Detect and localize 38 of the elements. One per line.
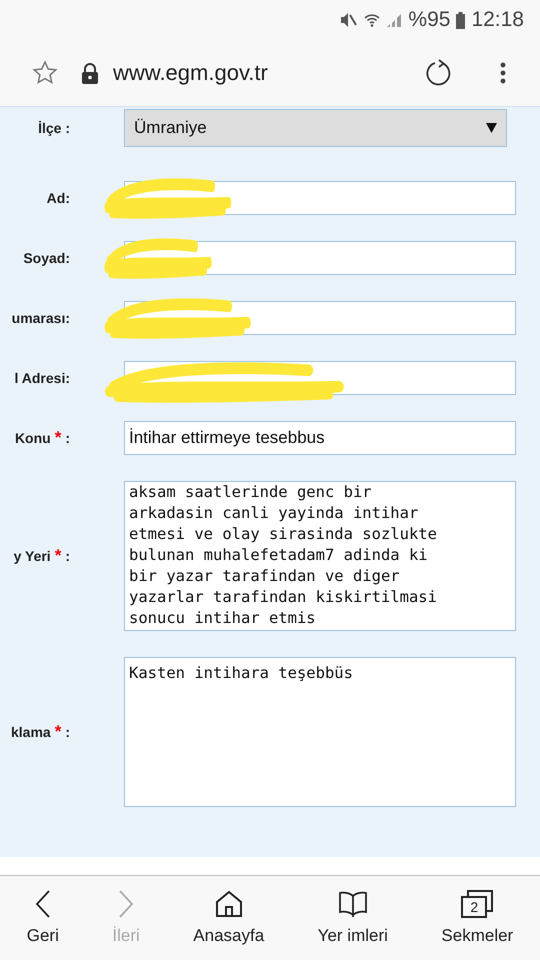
field-label: Konu	[14, 430, 51, 446]
label-colon: :	[65, 724, 70, 740]
field-label: Ad:	[46, 190, 70, 206]
reload-icon[interactable]	[425, 59, 453, 87]
home-button[interactable]: Anasayfa	[191, 886, 266, 950]
url-text[interactable]: www.egm.gov.tr	[113, 60, 425, 86]
battery-level: %95	[408, 8, 450, 32]
book-icon	[338, 890, 368, 918]
signal-icon	[386, 12, 402, 28]
text-area[interactable]: Kasten intihara teşebbüs	[124, 657, 516, 807]
required-asterisk: *	[54, 428, 62, 448]
required-asterisk: *	[54, 546, 62, 566]
field-label: l Adresi:	[14, 370, 70, 386]
clock: 12:18	[471, 8, 524, 32]
field-label: klama	[11, 724, 51, 740]
text-area[interactable]: aksam saatlerinde genc bir arkadasin canli yayinda intihar etmesi ve olay sirasinda sozlukte bulunan muhalefetadam7 adinda ki bir yazar tarafindan ve diger yazarlar tarafindan kiskirtilmasi sonucu intihar etmis	[124, 481, 516, 631]
star-icon[interactable]	[32, 60, 58, 86]
bookmarks-button[interactable]: Yer imleri	[316, 886, 390, 950]
back-icon	[34, 890, 51, 918]
field-label: İlçe :	[38, 120, 70, 136]
field-label: y Yeri	[14, 548, 51, 564]
battery-icon	[456, 12, 466, 28]
tabs-button[interactable]: 2 Sekmeler	[439, 886, 516, 950]
wifi-icon	[364, 12, 380, 28]
district-dropdown[interactable]: Ümraniye	[124, 109, 507, 147]
more-icon[interactable]	[500, 62, 506, 84]
input-field[interactable]: İntihar ettirmeye tesebbus	[124, 421, 516, 455]
label-colon: :	[65, 548, 70, 564]
field-label: Soyad:	[23, 250, 70, 266]
required-asterisk: *	[54, 722, 62, 742]
forward-icon	[118, 890, 134, 918]
back-button[interactable]: Geri	[24, 886, 61, 950]
dropdown-arrow-icon	[486, 123, 497, 133]
home-icon	[214, 890, 243, 918]
mute-icon	[340, 12, 358, 28]
lock-icon	[81, 62, 99, 84]
label-colon: :	[65, 430, 70, 446]
field-label: umarası:	[12, 310, 70, 326]
